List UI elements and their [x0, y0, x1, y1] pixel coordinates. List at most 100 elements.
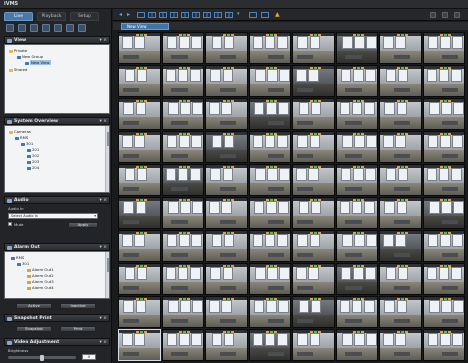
chevron-down-icon[interactable]: ▾	[237, 11, 240, 17]
camera-tile[interactable]	[248, 131, 291, 163]
layout-5x5-icon[interactable]	[181, 12, 189, 18]
camera-tile[interactable]	[335, 296, 378, 328]
camera-tile[interactable]	[335, 230, 378, 262]
tree-scrollbar[interactable]	[105, 252, 109, 298]
scroll-thumb[interactable]	[106, 258, 109, 272]
camera-tile[interactable]	[292, 131, 335, 163]
slider-knob[interactable]	[40, 354, 44, 361]
camera-tile[interactable]	[379, 32, 422, 64]
camera-tile[interactable]	[161, 164, 204, 196]
camera-tile[interactable]	[118, 98, 161, 130]
mute-checkbox[interactable]	[8, 222, 12, 226]
camera-tile[interactable]	[205, 164, 248, 196]
layout-icon[interactable]	[6, 24, 14, 32]
camera-tile[interactable]	[379, 197, 422, 229]
tree-node-new-group[interactable]: New Group	[17, 54, 43, 59]
tree-node-301[interactable]: 301	[21, 141, 33, 146]
camera-tile[interactable]	[118, 131, 161, 163]
tree-node-rms[interactable]: RMS	[11, 255, 24, 260]
camera-tile[interactable]	[118, 329, 161, 361]
camera-tile[interactable]	[161, 296, 204, 328]
camera-tile[interactable]	[422, 230, 465, 262]
camera-tile[interactable]	[335, 131, 378, 163]
back-arrow-icon[interactable]: ◂	[119, 11, 122, 18]
camera-tile[interactable]	[161, 197, 204, 229]
sequence-icon[interactable]	[42, 24, 50, 32]
camera-tile[interactable]	[248, 329, 291, 361]
camera-tile[interactable]	[422, 329, 465, 361]
camera-tile[interactable]	[292, 164, 335, 196]
snapshot-header[interactable]: Snapshot Print ▾ ×	[4, 314, 110, 322]
alarm-out-header[interactable]: Alarm Out ▾ ×	[4, 243, 110, 251]
system-overview-header[interactable]: System Overview ▾ ×	[4, 117, 110, 125]
camera-tile[interactable]	[335, 98, 378, 130]
camera-tile[interactable]	[292, 197, 335, 229]
view-icon[interactable]	[30, 24, 38, 32]
camera-tile[interactable]	[205, 230, 248, 262]
camera-tile[interactable]	[248, 263, 291, 295]
layout-10x10-icon[interactable]	[225, 12, 233, 18]
tree-node-new-view[interactable]: New View	[25, 60, 51, 65]
camera-tile[interactable]	[118, 32, 161, 64]
camera-tile[interactable]	[161, 131, 204, 163]
camera-tile[interactable]	[205, 65, 248, 97]
tree-node-alarm-out2[interactable]: Alarm Out2	[27, 273, 54, 278]
layout-6x6-icon[interactable]	[192, 12, 200, 18]
tab-setup[interactable]: Setup	[70, 12, 99, 21]
camera-tile[interactable]	[161, 263, 204, 295]
camera-tile[interactable]	[379, 65, 422, 97]
group-icon[interactable]	[18, 24, 26, 32]
camera-tile[interactable]	[161, 32, 204, 64]
camera-tile[interactable]	[205, 296, 248, 328]
collapse-icon[interactable]: ▾ ×	[100, 198, 107, 203]
tab-playback[interactable]: Playback	[37, 12, 66, 21]
camera-tile[interactable]	[422, 197, 465, 229]
brightness-slider[interactable]	[8, 354, 76, 361]
camera-tile[interactable]	[292, 296, 335, 328]
camera-tile[interactable]	[422, 32, 465, 64]
camera-tile[interactable]	[422, 131, 465, 163]
camera-tile[interactable]	[379, 98, 422, 130]
sequence-icon[interactable]	[261, 12, 269, 18]
camera-tile[interactable]	[292, 32, 335, 64]
camera-tile[interactable]	[205, 329, 248, 361]
snapshot-button[interactable]: Snapshot	[16, 326, 52, 332]
tree-node-rms[interactable]: RMS	[15, 135, 28, 140]
collapse-icon[interactable]: ▾ ×	[100, 340, 107, 345]
camera-tile[interactable]	[335, 65, 378, 97]
tree-scrollbar[interactable]	[105, 126, 109, 192]
print-button[interactable]: Print	[60, 326, 96, 332]
layout-1x1-icon[interactable]	[137, 12, 145, 18]
tree-node-alarm-out4[interactable]: Alarm Out4	[27, 285, 54, 290]
map-icon[interactable]	[66, 24, 74, 32]
collapse-icon[interactable]: ▾ ×	[100, 38, 107, 43]
camera-tile[interactable]	[379, 164, 422, 196]
layout-custom-icon[interactable]	[203, 12, 211, 18]
help-icon[interactable]	[454, 12, 460, 18]
forward-arrow-icon[interactable]: ▸	[127, 11, 130, 18]
tree-node-private[interactable]: Private	[9, 48, 27, 53]
layout-2x2-icon[interactable]	[148, 12, 156, 18]
alarm-deactivate-button[interactable]: Inactive	[60, 303, 96, 309]
camera-tile[interactable]	[335, 197, 378, 229]
camera-tile[interactable]	[292, 230, 335, 262]
collapse-icon[interactable]: ▾ ×	[100, 245, 107, 250]
camera-tile[interactable]	[161, 329, 204, 361]
layout-8x8-icon[interactable]	[214, 12, 222, 18]
camera-tile[interactable]	[248, 197, 291, 229]
camera-tile[interactable]	[118, 65, 161, 97]
alarm-activate-button[interactable]: Active	[16, 303, 52, 309]
layout-3x3-icon[interactable]	[159, 12, 167, 18]
tree-node-alarm-out3[interactable]: Alarm Out3	[27, 279, 54, 284]
camera-tile[interactable]	[379, 131, 422, 163]
camera-tile[interactable]	[205, 32, 248, 64]
camera-tile[interactable]	[248, 296, 291, 328]
camera-tile[interactable]	[422, 65, 465, 97]
brightness-value[interactable]: 0	[82, 354, 96, 360]
camera-tile[interactable]	[161, 230, 204, 262]
camera-tile[interactable]	[335, 263, 378, 295]
camera-tile[interactable]	[118, 230, 161, 262]
layout-4x4-icon[interactable]	[170, 12, 178, 18]
camera-tile[interactable]	[379, 329, 422, 361]
camera-tile[interactable]	[335, 164, 378, 196]
